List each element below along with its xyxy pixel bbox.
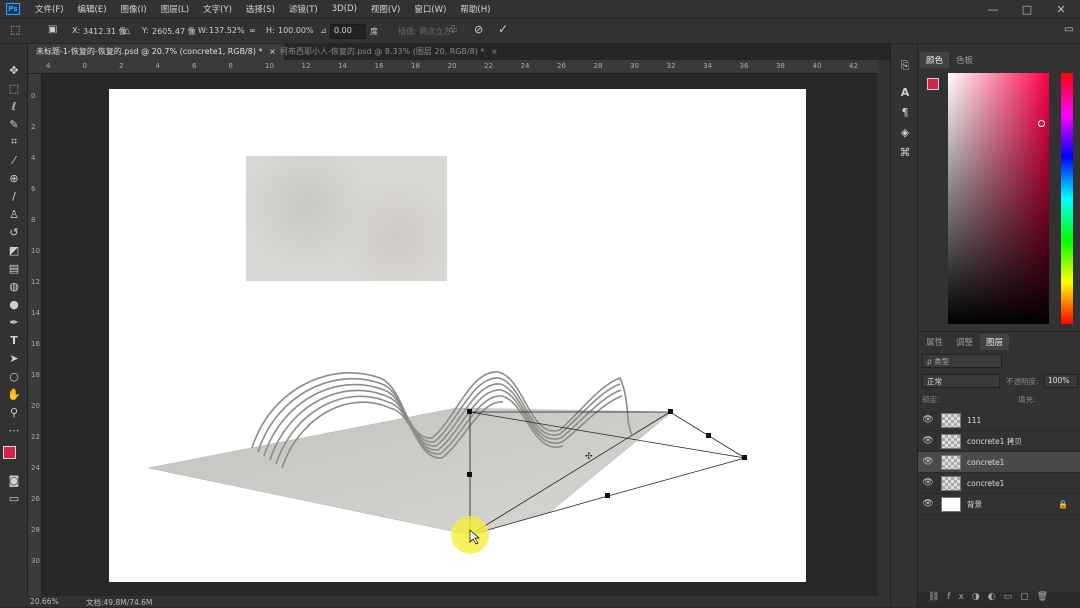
layer-thumbnail [941, 412, 961, 428]
visibility-eye-icon[interactable]: 👁 [918, 436, 938, 446]
lock-icon: 🔒 [1058, 499, 1068, 509]
panel-icon-strip: ⎘ A ¶ ◈ ⌘ [890, 44, 918, 607]
pivot-point-icon: ✣ [585, 452, 593, 462]
layer-row-selected[interactable]: 👁 concrete1 [918, 452, 1080, 473]
layer-name: concrete1 拷贝 [967, 436, 1022, 446]
history-icon[interactable]: ⎘ [896, 58, 914, 74]
path-icon[interactable]: ⌘ [896, 144, 914, 160]
zoom-level[interactable]: 20.66% [30, 597, 59, 606]
layer-thumbnail [941, 475, 961, 491]
layer-filter-kind[interactable]: ρ 类型 [922, 354, 1002, 368]
layer-row[interactable]: 👁 111 [918, 410, 1080, 431]
fill-label: 填充: [1018, 395, 1036, 404]
status-bar: 20.66% 文档:49.8M/74.6M [0, 596, 890, 607]
tab-layers[interactable]: 图层 [980, 334, 1010, 350]
layer-row[interactable]: 👁 背景 🔒 [918, 494, 1080, 515]
layer-name: concrete1 [967, 478, 1005, 488]
color-picker-ring[interactable] [1038, 120, 1045, 127]
tab-swatches[interactable]: 色板 [950, 52, 979, 68]
layer-thumbnail [941, 496, 961, 512]
document-info[interactable]: 文档:49.8M/74.6M [86, 597, 152, 608]
visibility-eye-icon[interactable]: 👁 [918, 415, 938, 425]
tab-color[interactable]: 颜色 [920, 52, 950, 68]
tab-adjustments[interactable]: 调整 [950, 334, 979, 350]
layer-name: 背景 [967, 499, 982, 509]
layer-thumbnail [941, 454, 961, 470]
fg-color-chip[interactable] [927, 78, 939, 90]
color-field[interactable] [948, 73, 1049, 324]
lock-label: 锁定: [922, 395, 940, 404]
opacity-field[interactable]: 100% [1044, 374, 1078, 388]
visibility-eye-icon[interactable]: 👁 [918, 478, 938, 488]
layer-name: 111 [967, 415, 982, 425]
character-icon[interactable]: A [896, 84, 914, 100]
visibility-eye-icon[interactable]: 👁 [918, 457, 938, 467]
visibility-eye-icon[interactable]: 👁 [918, 499, 938, 509]
layer-thumbnail [941, 433, 961, 449]
paragraph-icon[interactable]: ¶ [896, 104, 914, 120]
layer-name: concrete1 [967, 457, 1005, 467]
layer-row[interactable]: 👁 concrete1 拷贝 [918, 431, 1080, 452]
hue-slider[interactable] [1061, 73, 1073, 324]
vertical-scrollbar[interactable] [878, 60, 890, 596]
right-panel: 颜色 色板 属性 调整 图层 ρ 类型 正常 不透明度: 100% 锁定: 填充… [918, 44, 1080, 607]
3d-icon[interactable]: ◈ [896, 124, 914, 140]
layers-footer-icons[interactable]: ⛓fx◑◐▭▢🗑 [918, 592, 1080, 607]
blend-mode-select[interactable]: 正常 [922, 374, 1000, 388]
tab-properties[interactable]: 属性 [920, 334, 949, 350]
layer-row[interactable]: 👁 concrete1 [918, 473, 1080, 494]
opacity-label: 不透明度: [1006, 377, 1039, 386]
